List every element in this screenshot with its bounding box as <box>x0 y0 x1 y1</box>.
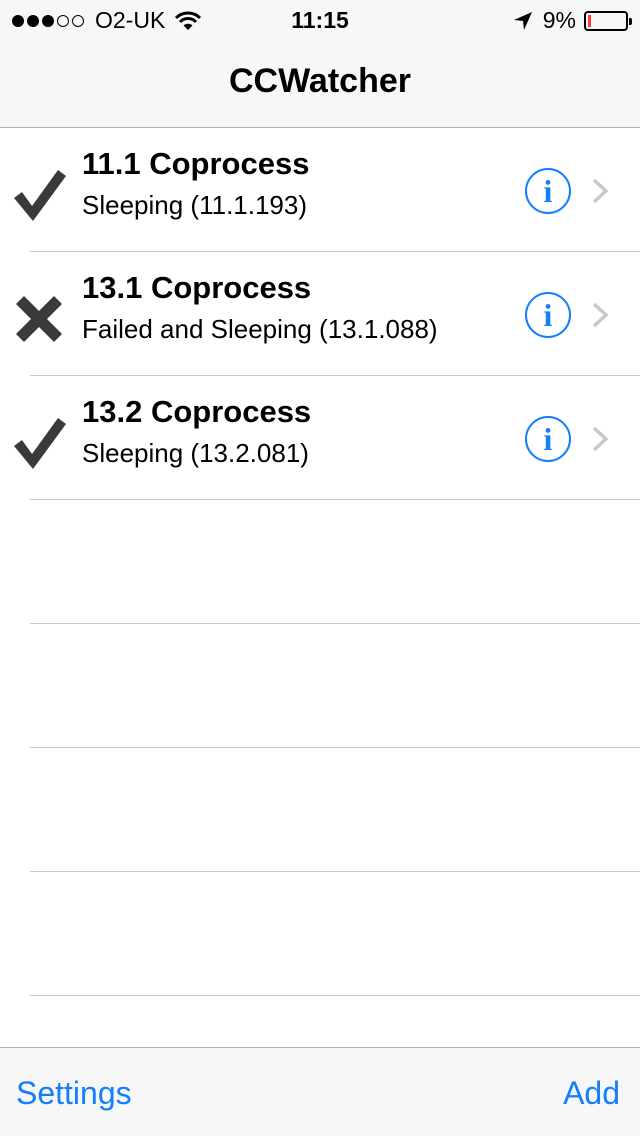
battery-level <box>588 14 591 27</box>
location-arrow-icon <box>513 11 532 30</box>
empty-row <box>0 748 640 872</box>
row-subtitle: Sleeping (11.1.193) <box>82 190 308 220</box>
battery-icon <box>584 10 632 31</box>
status-bar: O2-UK 11:15 9% <box>0 0 640 40</box>
battery-percent: 9% <box>542 7 576 33</box>
table-row[interactable]: 13.2 Coprocess Sleeping (13.2.081) i <box>0 376 640 500</box>
row-title: 13.2 Coprocess <box>82 394 312 429</box>
empty-row <box>0 500 640 624</box>
table-row[interactable]: 13.1 Coprocess Failed and Sleeping (13.1.… <box>0 252 640 376</box>
info-button[interactable]: i <box>525 168 571 214</box>
table-row[interactable]: 11.1 Coprocess Sleeping (11.1.193) i <box>0 128 640 252</box>
settings-button[interactable]: Settings <box>16 1075 132 1112</box>
empty-row <box>0 624 640 748</box>
row-title: 11.1 Coprocess <box>82 146 310 181</box>
row-subtitle: Sleeping (13.2.081) <box>82 438 309 468</box>
info-button[interactable]: i <box>525 416 571 462</box>
top-bar: O2-UK 11:15 9% CCWatcher <box>0 0 640 128</box>
add-button[interactable]: Add <box>563 1075 620 1112</box>
coprocess-list: 11.1 Coprocess Sleeping (11.1.193) i 13.1 C… <box>0 128 640 996</box>
chevron-right-icon <box>592 302 608 328</box>
bottom-toolbar: Settings Add <box>0 1047 640 1136</box>
cross-icon <box>10 290 68 348</box>
status-right: 9% <box>513 7 632 34</box>
chevron-right-icon <box>592 178 608 204</box>
row-subtitle: Failed and Sleeping (13.1.088) <box>82 314 438 344</box>
page-title: CCWatcher <box>229 62 411 100</box>
battery-nub <box>629 17 632 25</box>
row-separator <box>30 995 640 996</box>
empty-row <box>0 872 640 996</box>
checkmark-icon <box>10 414 68 472</box>
info-button[interactable]: i <box>525 292 571 338</box>
chevron-right-icon <box>592 426 608 452</box>
row-title: 13.1 Coprocess <box>82 270 312 305</box>
checkmark-icon <box>10 166 68 224</box>
